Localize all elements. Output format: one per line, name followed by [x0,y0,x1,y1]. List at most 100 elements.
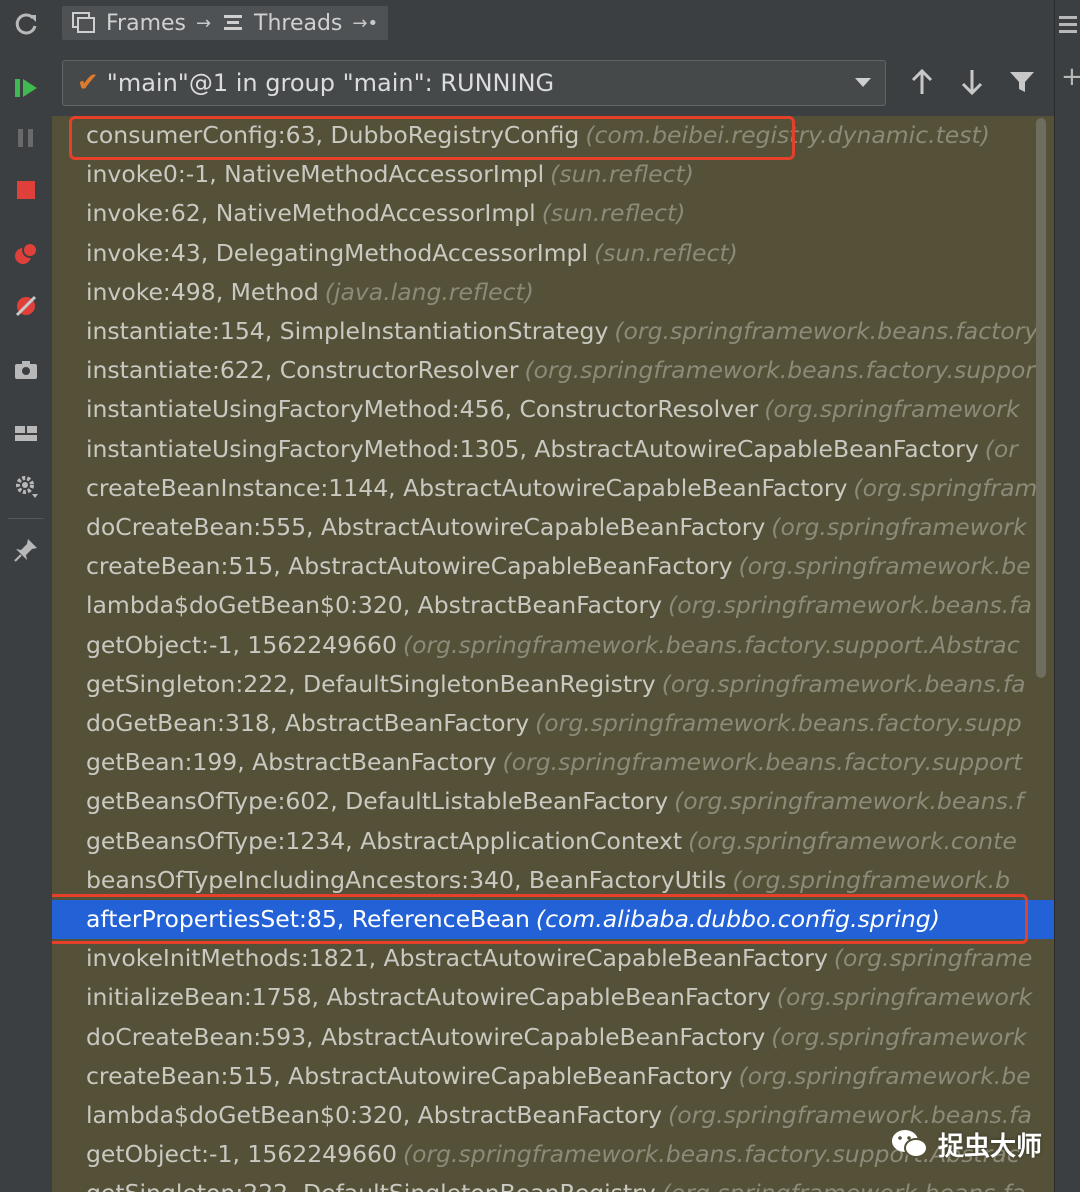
frames-icon [72,12,95,33]
stack-frame[interactable]: doGetBean:318, AbstractBeanFactory (org.s… [52,704,1054,743]
frame-signature: createBean:515, AbstractAutowireCapableB… [86,552,733,581]
frame-signature: createBeanInstance:1144, AbstractAutowir… [86,473,848,502]
mute-breakpoints-icon[interactable] [8,288,44,324]
next-frame-button[interactable] [952,62,992,102]
rerun-icon[interactable] [8,6,44,42]
frame-signature: getObject:-1, 1562249660 [86,1140,397,1169]
arrow-up-icon [911,68,933,94]
stack-frame[interactable]: createBeanInstance:1144, AbstractAutowir… [52,469,1054,508]
debug-tab-bar: Frames →• Threads →• [52,0,1052,49]
frame-signature: initializeBean:1758, AbstractAutowireCap… [86,983,771,1012]
frame-package: (org.springframework.beans.fa [661,669,1026,698]
resume-icon[interactable] [8,70,44,106]
frame-signature: getBeansOfType:1234, AbstractApplication… [86,826,683,855]
stack-frame[interactable]: invoke0:-1, NativeMethodAccessorImpl (sun… [52,155,1054,194]
add-watch-icon[interactable]: + [1061,62,1080,92]
stack-frame[interactable]: getSingleton:222, DefaultSingletonBeanRe… [52,1174,1054,1192]
frame-package: (org.springframework.beans.fa [662,1179,1026,1192]
stack-frame[interactable]: doCreateBean:555, AbstractAutowireCapabl… [52,508,1054,547]
stack-frame[interactable]: instantiateUsingFactoryMethod:1305, Abst… [52,430,1054,469]
stack-frame[interactable]: createBean:515, AbstractAutowireCapableB… [52,1057,1054,1096]
filter-icon [1010,72,1034,92]
frame-signature: doGetBean:318, AbstractBeanFactory [86,709,530,737]
stack-frame[interactable]: instantiate:154, SimpleInstantiationStra… [52,312,1054,351]
frame-signature: invoke:43, DelegatingMethodAccessorImpl [86,238,589,267]
stack-frame[interactable]: invoke:43, DelegatingMethodAccessorImpl(… [52,234,1054,273]
frame-signature: createBean:515, AbstractAutowireCapableB… [86,1061,733,1090]
frame-package: (or [984,434,1018,463]
stack-frame[interactable]: createBean:515, AbstractAutowireCapableB… [52,547,1054,586]
debugger-toolbar [0,0,53,1192]
menu-icon[interactable] [1059,14,1077,34]
stack-frame[interactable]: instantiate:622, ConstructorResolver (org… [52,351,1054,390]
frame-signature: doCreateBean:593, AbstractAutowireCapabl… [86,1022,766,1051]
frame-signature: instantiate:154, SimpleInstantiationStra… [86,317,609,345]
settings-icon[interactable] [8,468,44,504]
layout-icon[interactable] [8,416,44,452]
stop-icon[interactable] [8,172,44,208]
stack-frame[interactable]: getObject:-1, 1562249660 (org.springframe… [52,626,1054,665]
previous-frame-button[interactable] [902,62,942,102]
pause-icon[interactable] [8,120,44,156]
thread-selector-value: "main"@1 in group "main": RUNNING [106,69,555,97]
frame-package: (org.springframework.beans.fa [668,591,1032,620]
frame-package: (sun.reflect) [550,160,694,189]
tab-frames-label: Frames [106,10,187,36]
frame-package: (org.springframework [771,1022,1027,1051]
frame-package: (org.springframework.beans.f [674,787,1024,816]
frame-package: (org.springframe [833,944,1033,973]
tab-threads[interactable]: Threads →• [212,6,389,40]
frame-package: (sun.reflect) [541,199,686,228]
tab-pin-icon[interactable]: →• [352,13,378,34]
frame-package: (org.springframework [764,395,1020,424]
highlight-box-selected-frame [52,894,1028,944]
frame-package: (org.springframework.beans.factory.supp [535,709,1022,737]
frame-package: (java.lang.reflect) [324,277,534,306]
frame-signature: getBeansOfType:602, DefaultListableBeanF… [86,787,669,816]
tab-threads-label: Threads [254,10,343,36]
frame-package: (org.springframework [776,983,1033,1012]
frame-package: (org.springframework.beans.factory [614,317,1039,345]
frame-signature: doCreateBean:555, AbstractAutowireCapabl… [86,513,766,541]
stack-frame[interactable]: getSingleton:222, DefaultSingletonBeanRe… [52,665,1054,704]
thread-selector-row: ✔ "main"@1 in group "main": RUNNING [52,48,1054,116]
frame-package: (org.springframework [771,513,1027,541]
filter-button[interactable] [1002,62,1042,102]
thread-selector-dropdown[interactable]: ✔ "main"@1 in group "main": RUNNING [62,60,886,106]
frame-package: (sun.reflect) [594,238,738,267]
frame-signature: getBean:199, AbstractBeanFactory [86,748,497,777]
frame-package: (org.springfram [853,473,1038,502]
frame-signature: instantiateUsingFactoryMethod:456, Const… [86,395,759,424]
frame-signature: invokeInitMethods:1821, AbstractAutowire… [86,944,828,973]
frame-signature: getSingleton:222, DefaultSingletonBeanRe… [86,669,656,698]
frame-package: (org.springframework.beans.factory.suppo… [402,630,1020,659]
frame-signature: lambda$doGetBean$0:320, AbstractBeanFact… [86,1101,663,1129]
view-breakpoints-icon[interactable] [8,236,44,272]
frame-signature: lambda$doGetBean$0:320, AbstractBeanFact… [86,591,663,620]
frame-package: (org.springframework.beans.factory.suppo… [502,748,1023,777]
frame-signature: instantiate:622, ConstructorResolver [86,356,519,385]
frame-signature: invoke:498, Method [86,277,319,306]
pin-icon[interactable] [8,532,44,568]
camera-icon[interactable] [8,352,44,388]
stack-frame[interactable]: instantiateUsingFactoryMethod:456, Const… [52,390,1054,429]
stack-frame[interactable]: invoke:498, Method (java.lang.reflect) [52,273,1054,312]
stack-frame[interactable]: initializeBean:1758, AbstractAutowireCap… [52,978,1054,1017]
frame-signature: invoke:62, NativeMethodAccessorImpl [86,199,536,228]
stack-frame[interactable]: doCreateBean:593, AbstractAutowireCapabl… [52,1018,1054,1057]
tab-frames[interactable]: Frames →• [62,6,232,40]
stack-frame[interactable]: getBeansOfType:1234, AbstractApplication… [52,822,1054,861]
highlight-box-top-frame [69,116,795,160]
frames-scrollbar[interactable] [1036,118,1046,678]
frame-package: (org.springframework.be [738,552,1031,581]
stack-frame[interactable]: getBean:199, AbstractBeanFactory (org.spr… [52,743,1054,782]
frame-signature: invoke0:-1, NativeMethodAccessorImpl [86,160,545,189]
stack-frame[interactable]: invokeInitMethods:1821, AbstractAutowire… [52,939,1054,978]
frame-package: (org.springframework.b [732,865,1011,894]
stack-frame[interactable]: lambda$doGetBean$0:320, AbstractBeanFact… [52,586,1054,625]
chevron-down-icon [855,78,871,87]
stack-frame[interactable]: invoke:62, NativeMethodAccessorImpl (sun.… [52,194,1054,233]
frames-list: consumerConfig:63, DubboRegistryConfig (c… [52,116,1054,1192]
frame-package: (org.springframework.conte [688,826,1017,855]
stack-frame[interactable]: getBeansOfType:602, DefaultListableBeanF… [52,782,1054,821]
